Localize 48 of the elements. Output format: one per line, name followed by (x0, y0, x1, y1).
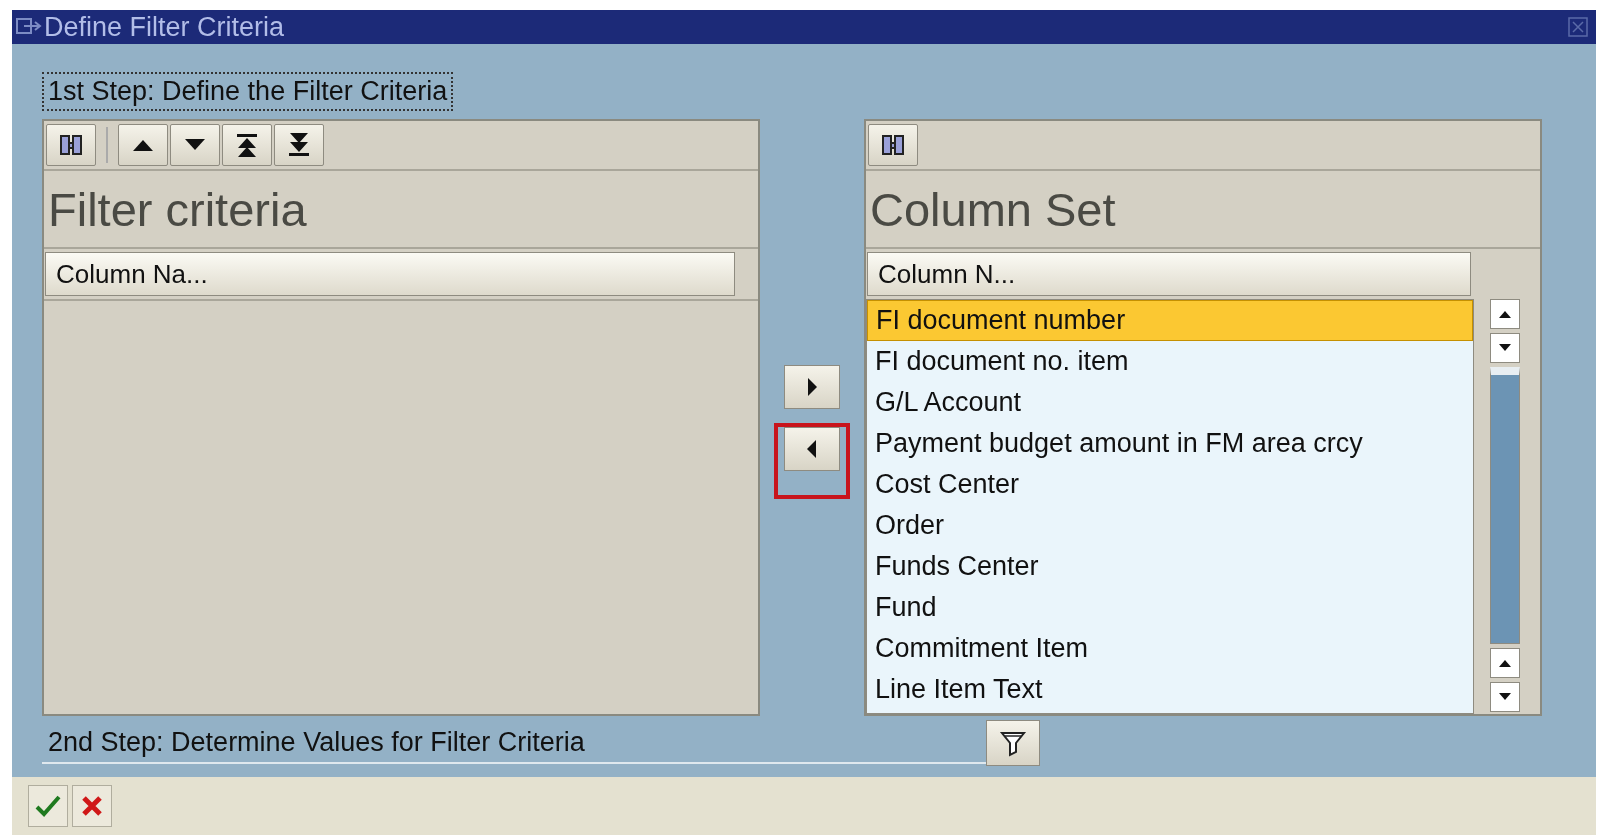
move-up-button[interactable] (118, 124, 168, 166)
step-label: 2nd Step: Determine Values for Filter Criteria (42, 722, 986, 764)
list-item[interactable]: FI document number (867, 300, 1473, 341)
double-down-icon (287, 132, 311, 158)
list-item[interactable]: Fund (867, 587, 1473, 628)
list-item[interactable]: Line Item Text (867, 669, 1473, 710)
move-down-button[interactable] (170, 124, 220, 166)
find-button[interactable] (868, 124, 918, 166)
binoculars-icon (880, 132, 906, 158)
checkmark-icon (34, 794, 62, 818)
binoculars-icon (58, 132, 84, 158)
down-triangle-icon (1498, 692, 1512, 702)
cancel-button[interactable] (72, 785, 112, 827)
close-icon[interactable] (1568, 17, 1588, 37)
panel-title: Filter criteria (44, 171, 758, 249)
move-right-button[interactable] (784, 365, 840, 409)
step-label: 1st Step: Define the Filter Criteria (42, 72, 454, 111)
right-triangle-icon (805, 377, 819, 397)
list-item[interactable]: Cost Center (867, 464, 1473, 505)
window-title: Define Filter Criteria (44, 11, 286, 43)
list-item[interactable]: Payment budget amount in FM area crcy (867, 423, 1473, 464)
filter-button[interactable] (986, 720, 1040, 766)
list-item[interactable]: FI document no. item (867, 341, 1473, 382)
scroll-up-button[interactable] (1490, 299, 1520, 329)
confirm-button[interactable] (28, 785, 68, 827)
move-left-button[interactable] (784, 427, 840, 471)
down-triangle-icon (1498, 343, 1512, 353)
list-item[interactable]: G/L Account (867, 382, 1473, 423)
page-up-button[interactable] (1490, 648, 1520, 678)
move-to-top-button[interactable] (222, 124, 272, 166)
left-triangle-icon (805, 439, 819, 459)
panel-title: Column Set (866, 171, 1540, 249)
list-item[interactable]: Order (867, 505, 1473, 546)
scrollbar-thumb[interactable] (1490, 367, 1520, 644)
move-to-bottom-button[interactable] (274, 124, 324, 166)
window-icon (16, 17, 42, 37)
list-item[interactable]: Funds Center (867, 546, 1473, 587)
cross-icon (80, 794, 104, 818)
column-header[interactable]: Column N... (867, 252, 1471, 296)
double-up-icon (235, 132, 259, 158)
filter-icon (999, 729, 1027, 757)
column-header[interactable]: Column Na... (45, 252, 735, 296)
up-triangle-icon (1498, 658, 1512, 668)
up-triangle-icon (1498, 309, 1512, 319)
list-item[interactable]: Commitment Item (867, 628, 1473, 669)
find-button[interactable] (46, 124, 96, 166)
page-down-button[interactable] (1490, 682, 1520, 712)
scroll-down-button[interactable] (1490, 333, 1520, 363)
